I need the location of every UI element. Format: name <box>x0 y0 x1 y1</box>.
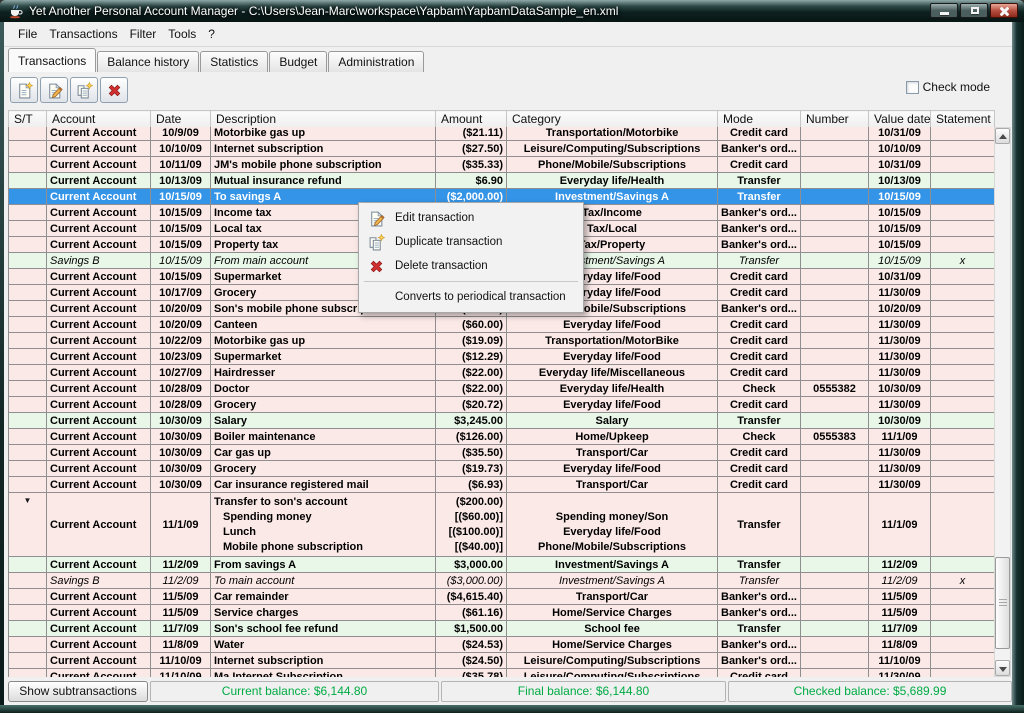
edit-transaction-button[interactable] <box>40 77 68 103</box>
table-row[interactable]: Current Account10/30/09Salary$3,245.00Sa… <box>9 413 995 429</box>
checked-balance: Checked balance: $5,689.99 <box>728 681 1012 702</box>
delete-transaction-button[interactable] <box>100 77 128 103</box>
show-subtransactions-button[interactable]: Show subtransactions <box>8 681 148 702</box>
delete-icon <box>368 258 385 275</box>
table-row[interactable]: Current Account11/5/09Car remainder($4,6… <box>9 589 995 605</box>
duplicate-icon <box>368 234 385 251</box>
window-frame-right <box>1012 22 1024 713</box>
check-mode-checkbox[interactable] <box>906 81 919 94</box>
table-row[interactable]: Current Account11/2/09From savings A$3,0… <box>9 557 995 573</box>
menu-separator <box>364 281 578 282</box>
table-row[interactable]: Current Account10/10/09Internet subscrip… <box>9 141 995 157</box>
context-menu-label: Delete transaction <box>395 260 488 272</box>
new-icon <box>16 82 33 99</box>
close-button[interactable] <box>990 3 1018 18</box>
table-row[interactable]: Current Account11/10/09Ma Internet Subsc… <box>9 669 995 678</box>
table-row[interactable]: Current Account11/7/09Son's school fee r… <box>9 621 995 637</box>
table-row[interactable]: ▼Current Account11/1/09Transfer to son's… <box>9 493 995 557</box>
context-menu-item-edit-transaction[interactable]: Edit transaction <box>360 206 582 230</box>
minimize-button[interactable] <box>930 3 958 18</box>
arrow-up-icon <box>999 134 1007 139</box>
context-menu-label: Edit transaction <box>395 212 474 224</box>
column-header-number[interactable]: Number <box>801 111 869 128</box>
check-mode-label: Check mode <box>923 80 990 94</box>
table-row[interactable]: Current Account10/28/09Doctor($22.00)Eve… <box>9 381 995 397</box>
final-balance: Final balance: $6,144.80 <box>441 681 726 702</box>
delete-icon <box>106 82 123 99</box>
minimize-icon <box>940 12 949 15</box>
table-row[interactable]: Current Account10/30/09Car insurance reg… <box>9 477 995 493</box>
tab-strip: TransactionsBalance historyStatisticsBud… <box>4 47 1012 72</box>
status-bar: Show subtransactions Current balance: $6… <box>4 679 1012 705</box>
title-bar[interactable]: Yet Another Personal Account Manager - C… <box>0 0 1024 22</box>
table-row[interactable]: Current Account10/28/09Grocery($20.72)Ev… <box>9 397 995 413</box>
arrow-down-icon <box>999 667 1007 672</box>
no-icon <box>368 289 385 306</box>
context-menu-item-converts-to[interactable]: Converts to periodical transaction <box>360 285 582 309</box>
table-row[interactable]: Current Account11/5/09Service charges($6… <box>9 605 995 621</box>
vertical-scrollbar[interactable] <box>994 127 1011 677</box>
maximize-icon <box>971 7 979 14</box>
context-menu: Edit transaction Duplicate transaction Del… <box>358 202 584 313</box>
table-row[interactable]: Current Account10/11/09JM's mobile phone… <box>9 157 995 173</box>
thumb-grip-icon <box>999 599 1007 608</box>
table-row[interactable]: Current Account10/9/09Motorbike gas up($… <box>9 127 995 141</box>
tab-transactions[interactable]: Transactions <box>8 48 96 72</box>
menu-tools[interactable]: Tools <box>162 24 202 44</box>
edit-icon <box>46 82 63 99</box>
menu-transactions[interactable]: Transactions <box>43 24 123 44</box>
menu-help[interactable]: ? <box>202 24 221 44</box>
scrollbar-thumb[interactable] <box>995 557 1010 649</box>
table-header: S/TAccountDateDescriptionAmountCategoryM… <box>8 110 994 127</box>
column-header-st[interactable]: S/T <box>9 111 47 128</box>
tab-balance-history[interactable]: Balance history <box>97 51 199 72</box>
duplicate-icon <box>76 82 93 99</box>
context-menu-label: Converts to periodical transaction <box>395 291 566 303</box>
context-menu-label: Duplicate transaction <box>395 236 502 248</box>
table-row[interactable]: Savings B11/2/09To main account($3,000.0… <box>9 573 995 589</box>
window-content: FileTransactionsFilterTools? Transaction… <box>4 22 1012 705</box>
column-header-amount[interactable]: Amount <box>436 111 507 128</box>
table-row[interactable]: Current Account10/20/09Canteen($60.00)Ev… <box>9 317 995 333</box>
table-row[interactable]: Current Account10/22/09Motorbike gas up(… <box>9 333 995 349</box>
current-balance: Current balance: $6,144.80 <box>150 681 439 702</box>
table-row[interactable]: Current Account11/10/09Internet subscrip… <box>9 653 995 669</box>
collapse-subtransactions-icon[interactable]: ▼ <box>24 496 32 505</box>
context-menu-item-delete-transaction[interactable]: Delete transaction <box>360 254 582 278</box>
column-header-value_date[interactable]: Value date <box>869 111 931 128</box>
table-row[interactable]: Current Account11/8/09Water($24.53)Home/… <box>9 637 995 653</box>
table-row[interactable]: Current Account10/30/09Boiler maintenanc… <box>9 429 995 445</box>
context-menu-item-duplicate-transaction[interactable]: Duplicate transaction <box>360 230 582 254</box>
column-header-statement[interactable]: Statement <box>931 111 995 128</box>
table-row[interactable]: Current Account10/30/09Car gas up($35.50… <box>9 445 995 461</box>
window-frame-bottom <box>0 705 1024 713</box>
column-header-mode[interactable]: Mode <box>718 111 801 128</box>
menu-file[interactable]: File <box>12 24 43 44</box>
toolbar-buttons <box>10 77 130 103</box>
table-row[interactable]: Current Account10/13/09Mutual insurance … <box>9 173 995 189</box>
new-transaction-button[interactable] <box>10 77 38 103</box>
maximize-button[interactable] <box>960 3 988 18</box>
table-row[interactable]: Current Account10/27/09Hairdresser($22.0… <box>9 365 995 381</box>
tab-budget[interactable]: Budget <box>269 51 327 72</box>
column-header-category[interactable]: Category <box>507 111 718 128</box>
edit-icon <box>368 210 385 227</box>
tab-administration[interactable]: Administration <box>328 51 424 72</box>
table-row[interactable]: Current Account10/23/09Supermarket($12.2… <box>9 349 995 365</box>
check-mode: Check mode <box>906 80 990 94</box>
toolbar: Check mode <box>4 72 1012 108</box>
window-title: Yet Another Personal Account Manager - C… <box>29 4 618 18</box>
column-header-date[interactable]: Date <box>151 111 211 128</box>
tab-statistics[interactable]: Statistics <box>200 51 268 72</box>
app-window: Yet Another Personal Account Manager - C… <box>0 0 1024 713</box>
java-app-icon <box>7 3 23 19</box>
menu-bar: FileTransactionsFilterTools? <box>4 22 1012 47</box>
column-header-description[interactable]: Description <box>211 111 436 128</box>
duplicate-transaction-button[interactable] <box>70 77 98 103</box>
menu-filter[interactable]: Filter <box>124 24 163 44</box>
table-row[interactable]: Current Account10/30/09Grocery($19.73)Ev… <box>9 461 995 477</box>
column-header-account[interactable]: Account <box>47 111 151 128</box>
scroll-up-button[interactable] <box>995 128 1010 144</box>
scroll-down-button[interactable] <box>995 660 1010 676</box>
